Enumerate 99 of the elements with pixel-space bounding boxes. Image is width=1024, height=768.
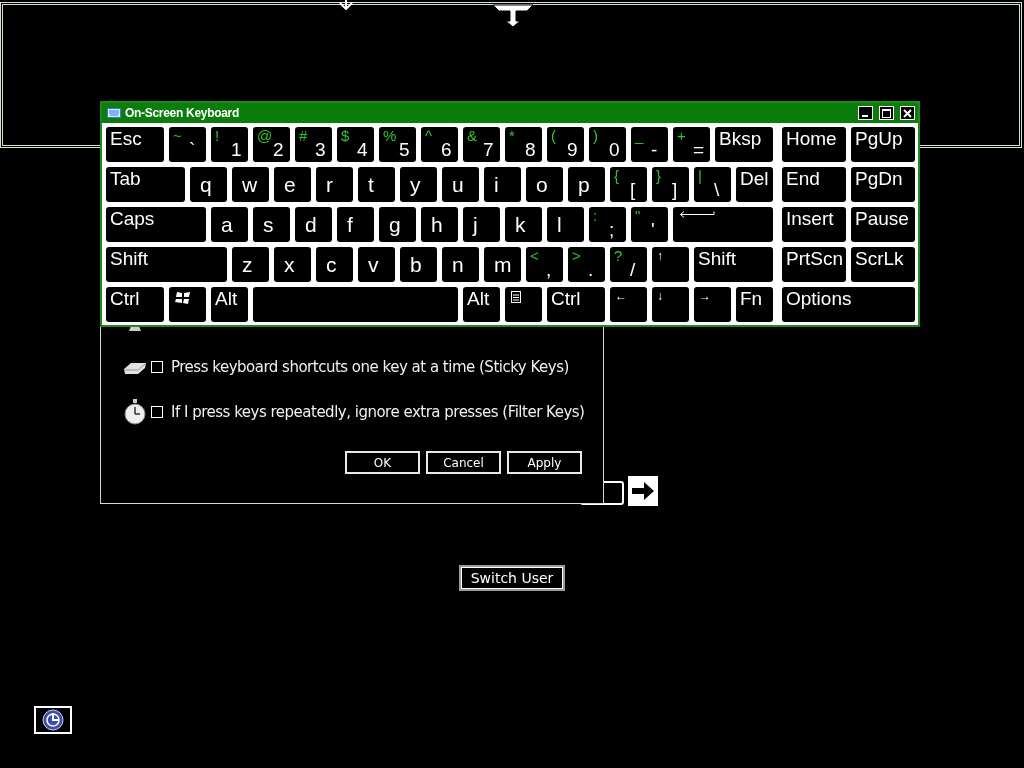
key[interactable]: End	[782, 167, 846, 202]
key[interactable]: " '	[631, 207, 668, 242]
maximize-button[interactable]	[879, 106, 894, 120]
checkbox[interactable]	[151, 406, 163, 418]
move-cursor-icon	[493, 3, 533, 27]
key[interactable]: Alt	[463, 287, 500, 322]
key[interactable]: Pause	[851, 207, 915, 242]
key[interactable]: < ,	[526, 247, 563, 282]
key[interactable]: Insert	[782, 207, 846, 242]
submit-button[interactable]	[628, 476, 658, 506]
key[interactable]: h	[421, 207, 458, 242]
key[interactable]: Esc	[106, 127, 164, 162]
windows-key[interactable]	[169, 287, 206, 322]
return-arrow-icon	[679, 211, 715, 219]
key[interactable]: : ;	[589, 207, 626, 242]
close-button[interactable]	[900, 106, 915, 120]
key[interactable]: # 3	[295, 127, 332, 162]
key[interactable]: Ctrl	[106, 287, 164, 322]
key[interactable]: o	[526, 167, 563, 202]
key[interactable]: c	[316, 247, 353, 282]
key[interactable]: m	[484, 247, 521, 282]
close-icon	[903, 108, 912, 118]
key[interactable]: ^ 6	[421, 127, 458, 162]
key[interactable]: w	[232, 167, 269, 202]
key[interactable]: ~ `	[169, 127, 206, 162]
dialog-button[interactable]: OK	[345, 451, 420, 474]
key[interactable]: q	[190, 167, 227, 202]
key[interactable]: a	[211, 207, 248, 242]
key[interactable]: _ -	[631, 127, 668, 162]
resize-cursor-icon	[339, 0, 353, 10]
maximize-icon	[882, 108, 891, 118]
key[interactable]: PrtScn	[782, 247, 846, 282]
key[interactable]: Bksp	[715, 127, 773, 162]
key[interactable]: $ 4	[337, 127, 374, 162]
key[interactable]: r	[316, 167, 353, 202]
key[interactable]: b	[400, 247, 437, 282]
key[interactable]: Del	[736, 167, 773, 202]
menu-key[interactable]	[505, 287, 542, 322]
key[interactable]: y	[400, 167, 437, 202]
key[interactable]: u	[442, 167, 479, 202]
option-label: If I press keys repeatedly, ignore extra presses (Filter Keys)	[171, 403, 585, 421]
key[interactable]: + =	[673, 127, 710, 162]
key[interactable]: k	[505, 207, 542, 242]
key[interactable]: z	[232, 247, 269, 282]
keyboard-icon	[107, 108, 121, 118]
key[interactable]: PgUp	[851, 127, 915, 162]
arrow-right-icon	[631, 481, 655, 501]
key[interactable]: ←	[610, 287, 647, 322]
key[interactable]: p	[568, 167, 605, 202]
key[interactable]: Ctrl	[547, 287, 605, 322]
key[interactable]: ? /	[610, 247, 647, 282]
key[interactable]: x	[274, 247, 311, 282]
ease-of-access-icon	[42, 709, 64, 731]
key[interactable]: % 5	[379, 127, 416, 162]
key[interactable]: @ 2	[253, 127, 290, 162]
key[interactable]: ) 0	[589, 127, 626, 162]
key[interactable]: > .	[568, 247, 605, 282]
key[interactable]: ( 9	[547, 127, 584, 162]
ease-of-access-button[interactable]	[34, 706, 72, 734]
key[interactable]: l	[547, 207, 584, 242]
key[interactable]: Shift	[106, 247, 227, 282]
menu-icon	[511, 291, 521, 303]
key[interactable]: v	[358, 247, 395, 282]
key[interactable]: ↓	[652, 287, 689, 322]
windows-logo-icon	[175, 291, 191, 305]
key[interactable]: t	[358, 167, 395, 202]
key[interactable]: ScrLk	[851, 247, 915, 282]
key[interactable]: Shift	[694, 247, 773, 282]
key[interactable]: Options	[782, 287, 915, 322]
key[interactable]: ! 1	[211, 127, 248, 162]
option-label: Press keyboard shortcuts one key at a time (Sticky Keys)	[171, 358, 569, 376]
key[interactable]: n	[442, 247, 479, 282]
dialog-button[interactable]: Apply	[507, 451, 582, 474]
key[interactable]: d	[295, 207, 332, 242]
key[interactable]: f	[337, 207, 374, 242]
key[interactable]: g	[379, 207, 416, 242]
key[interactable]: →	[694, 287, 731, 322]
key[interactable]: e	[274, 167, 311, 202]
key[interactable]: Home	[782, 127, 846, 162]
minimize-button[interactable]	[858, 106, 873, 120]
key[interactable]: Caps	[106, 207, 206, 242]
key[interactable]: } ]	[652, 167, 689, 202]
key[interactable]: & 7	[463, 127, 500, 162]
key[interactable]: s	[253, 207, 290, 242]
stopwatch-icon	[123, 399, 147, 425]
key[interactable]: | \	[694, 167, 731, 202]
key[interactable]: PgDn	[851, 167, 915, 202]
key[interactable]: ↑	[652, 247, 689, 282]
dialog-button[interactable]: Cancel	[426, 451, 501, 474]
checkbox[interactable]	[151, 361, 163, 373]
key[interactable]: i	[484, 167, 521, 202]
key[interactable]: Alt	[211, 287, 248, 322]
key[interactable]: { [	[610, 167, 647, 202]
key[interactable]: j	[463, 207, 500, 242]
switch-user-button[interactable]: Switch User	[459, 565, 565, 591]
window-title: On-Screen Keyboard	[125, 106, 240, 120]
key[interactable]: Fn	[736, 287, 773, 322]
key[interactable]: * 8	[505, 127, 542, 162]
key[interactable]: Tab	[106, 167, 185, 202]
